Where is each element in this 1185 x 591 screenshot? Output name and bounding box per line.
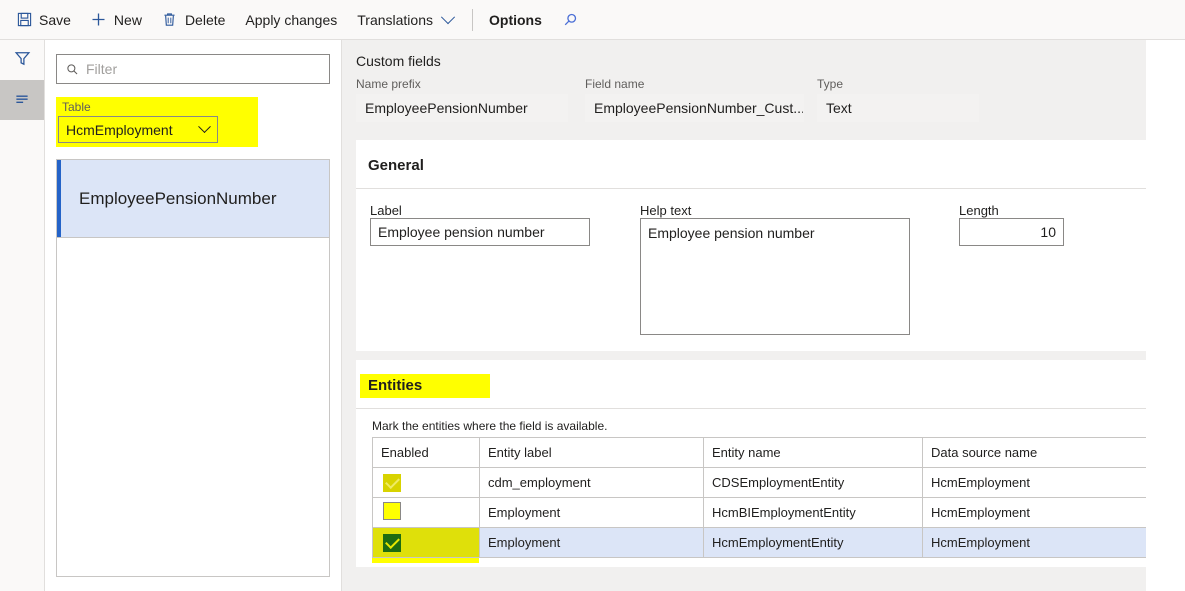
- list-item-label: EmployeePensionNumber: [79, 188, 277, 208]
- field-gap: [568, 77, 585, 122]
- column-header-entity-name[interactable]: Entity name: [703, 437, 923, 468]
- cell-entity-name: HcmEmploymentEntity: [703, 527, 923, 558]
- rail-item-filter[interactable]: [0, 40, 44, 80]
- delete-button[interactable]: Delete: [152, 3, 235, 37]
- icon-rail: [0, 40, 45, 591]
- table-select[interactable]: HcmEmployment: [58, 116, 218, 143]
- cell-data-source-name: HcmEmployment: [922, 497, 1147, 528]
- grid-header-row: Enabled Entity label Entity name Data so…: [372, 437, 1147, 468]
- cell-entity-label: Employment: [479, 497, 704, 528]
- type-value[interactable]: Text: [817, 94, 979, 122]
- apply-changes-button[interactable]: Apply changes: [235, 3, 347, 37]
- entities-note: Mark the entities where the field is ava…: [372, 419, 608, 433]
- translations-label: Translations: [357, 11, 433, 28]
- enabled-checkbox[interactable]: [383, 533, 401, 552]
- entities-header: Entities: [356, 360, 1168, 409]
- delete-label: Delete: [184, 11, 226, 28]
- cell-data-source-name: HcmEmployment: [922, 467, 1147, 498]
- search-icon: [562, 12, 578, 28]
- type-field: Type Text: [817, 77, 979, 122]
- general-body: Label Employee pension number Help text …: [356, 189, 1168, 351]
- right-gutter: [1146, 40, 1185, 591]
- help-text-caption: Help text: [640, 203, 692, 218]
- save-label: Save: [39, 11, 71, 28]
- chevron-down-icon: [440, 9, 456, 28]
- filter-input[interactable]: Filter: [56, 54, 330, 84]
- page-title: Custom fields: [356, 53, 441, 69]
- chevron-down-icon: [198, 120, 211, 134]
- list-item[interactable]: EmployeePensionNumber: [57, 160, 329, 238]
- help-text-input[interactable]: Employee pension number: [640, 218, 910, 335]
- main-content: Custom fields Name prefix EmployeePensio…: [342, 40, 1185, 591]
- cell-entity-name: HcmBIEmploymentEntity: [703, 497, 923, 528]
- options-button[interactable]: Options: [479, 3, 552, 37]
- new-button[interactable]: New: [81, 3, 152, 37]
- length-input[interactable]: 10: [959, 218, 1064, 246]
- length-field: Length 10: [959, 203, 1064, 335]
- field-gap: [804, 77, 817, 122]
- translations-menu-button[interactable]: Translations: [347, 3, 466, 37]
- options-label: Options: [489, 11, 542, 28]
- page-body: Filter Table HcmEmployment EmployeePensi…: [0, 40, 1185, 591]
- rail-item-list[interactable]: [0, 80, 44, 120]
- general-card: General Label Employee pension number He…: [356, 140, 1168, 351]
- entities-header-label: Entities: [360, 374, 491, 398]
- plus-icon: [91, 12, 107, 28]
- type-label: Type: [817, 77, 844, 91]
- name-prefix-value[interactable]: EmployeePensionNumber: [356, 94, 568, 122]
- left-list-pane: Filter Table HcmEmployment EmployeePensi…: [45, 40, 342, 591]
- apply-changes-label: Apply changes: [245, 11, 338, 28]
- cell-entity-label: cdm_employment: [479, 467, 704, 498]
- search-icon: [66, 63, 79, 76]
- entities-grid-wrap: Enabled Entity label Entity name Data so…: [356, 437, 1168, 558]
- command-bar: Save New Delete Apply changes Translatio…: [0, 0, 1185, 40]
- entities-card: Entities Mark the entities where the fie…: [356, 360, 1168, 567]
- cell-enabled[interactable]: [372, 527, 480, 558]
- selection-accent-bar: [57, 160, 61, 237]
- card-gap: [342, 351, 1168, 360]
- column-header-enabled[interactable]: Enabled: [372, 437, 480, 468]
- list-lines-icon: [13, 90, 31, 111]
- enabled-checkbox[interactable]: [383, 502, 401, 520]
- help-text-field: Help text Employee pension number: [640, 203, 910, 335]
- label-caption: Label: [370, 203, 402, 218]
- label-input[interactable]: Employee pension number: [370, 218, 590, 246]
- search-button[interactable]: [552, 3, 588, 37]
- general-header: General: [356, 140, 1168, 189]
- custom-fields-list: EmployeePensionNumber: [56, 159, 330, 577]
- cell-entity-label: Employment: [479, 527, 704, 558]
- toolbar-divider: [472, 8, 473, 31]
- filter-placeholder: Filter: [86, 61, 118, 77]
- column-header-data-source-name[interactable]: Data source name: [922, 437, 1147, 468]
- cell-enabled[interactable]: [372, 467, 480, 498]
- table-picker-highlight: Table HcmEmployment: [56, 97, 258, 147]
- cell-data-source-name: HcmEmployment: [922, 527, 1147, 558]
- label-field: Label Employee pension number: [370, 203, 590, 335]
- field-name-label: Field name: [585, 77, 645, 91]
- name-prefix-field: Name prefix EmployeePensionNumber: [356, 77, 568, 122]
- cell-entity-name: CDSEmploymentEntity: [703, 467, 923, 498]
- table-row[interactable]: Employment HcmBIEmploymentEntity HcmEmpl…: [372, 497, 1147, 528]
- entities-grid: Enabled Entity label Entity name Data so…: [372, 437, 1147, 558]
- column-header-entity-label[interactable]: Entity label: [479, 437, 704, 468]
- table-row[interactable]: cdm_employment CDSEmploymentEntity HcmEm…: [372, 467, 1147, 498]
- table-select-value: HcmEmployment: [66, 121, 173, 138]
- filter-icon: [14, 50, 31, 70]
- new-label: New: [113, 11, 142, 28]
- save-button[interactable]: Save: [6, 3, 81, 37]
- field-name-field: Field name EmployeePensionNumber_Cust...: [585, 77, 804, 122]
- content-inner: Custom fields Name prefix EmployeePensio…: [342, 40, 1168, 567]
- trash-icon: [162, 12, 178, 28]
- top-fields-row: Name prefix EmployeePensionNumber Field …: [342, 77, 1168, 140]
- length-caption: Length: [959, 203, 999, 218]
- name-prefix-label: Name prefix: [356, 77, 421, 91]
- save-icon: [16, 12, 32, 28]
- grid-bottom-spacer: [356, 563, 1168, 567]
- enabled-checkbox[interactable]: [383, 473, 401, 492]
- table-row[interactable]: Employment HcmEmploymentEntity HcmEmploy…: [372, 527, 1147, 558]
- table-label: Table: [62, 100, 91, 114]
- field-name-value[interactable]: EmployeePensionNumber_Cust...: [585, 94, 804, 122]
- cell-enabled[interactable]: [372, 497, 480, 528]
